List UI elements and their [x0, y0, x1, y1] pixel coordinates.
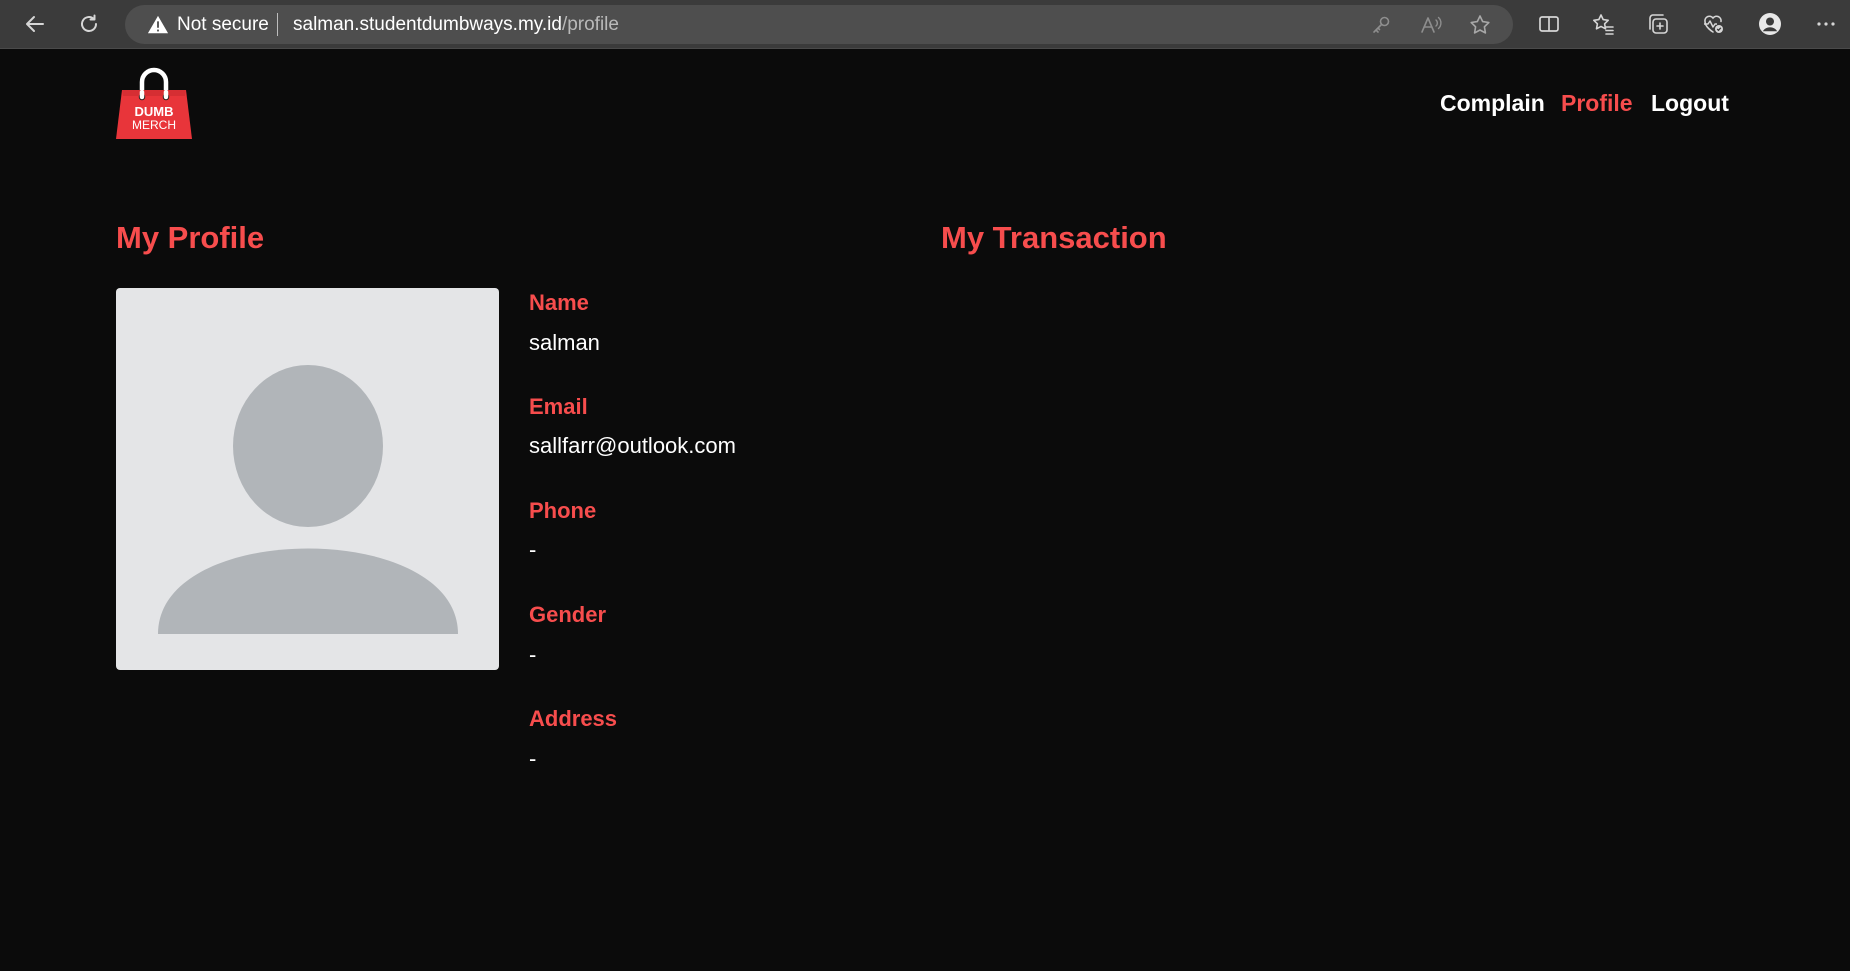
collections-button[interactable]	[1639, 6, 1677, 42]
refresh-icon	[81, 14, 97, 32]
more-icon	[1817, 22, 1835, 26]
url-text[interactable]: salman.studentdumbways.my.id/profile	[293, 14, 619, 36]
split-screen-button[interactable]	[1530, 6, 1568, 42]
profile-icon	[1759, 13, 1781, 35]
my-profile-title: My Profile	[116, 220, 265, 255]
nav-complain-link[interactable]: Complain	[1440, 88, 1545, 118]
back-button[interactable]	[16, 6, 54, 42]
address-label: Address	[529, 706, 618, 731]
email-label: Email	[529, 394, 588, 419]
warning-icon	[147, 15, 169, 34]
address-divider	[277, 13, 278, 36]
phone-value: -	[529, 537, 537, 562]
url-host: salman.studentdumbways.my.id	[293, 14, 562, 35]
back-icon	[26, 16, 44, 32]
more-button[interactable]	[1807, 6, 1845, 42]
name-label: Name	[529, 290, 589, 315]
address-value: -	[529, 746, 537, 771]
gender-value: -	[529, 642, 537, 667]
browser-essentials-icon	[1704, 15, 1723, 33]
nav-profile-link[interactable]: Profile	[1561, 88, 1633, 118]
logo-text-merch: MERCH	[132, 118, 176, 132]
favorite-star-icon[interactable]	[1468, 13, 1492, 37]
browser-essentials-button[interactable]	[1694, 6, 1732, 42]
favorites-button[interactable]	[1584, 6, 1622, 42]
refresh-button[interactable]	[70, 6, 108, 42]
logo-text-dumb: DUMB	[135, 104, 174, 119]
url-path: /profile	[561, 14, 619, 35]
profile-button[interactable]	[1751, 6, 1789, 42]
email-value: sallfarr@outlook.com	[529, 433, 736, 458]
phone-label: Phone	[529, 498, 597, 523]
nav-logout-link[interactable]: Logout	[1651, 88, 1729, 118]
read-aloud-icon[interactable]	[1419, 13, 1443, 37]
name-value: salman	[529, 330, 600, 355]
favorites-list-icon	[1593, 14, 1614, 35]
security-status[interactable]: Not secure	[177, 14, 269, 36]
split-screen-icon	[1539, 16, 1559, 32]
dumbmerch-logo[interactable]: DUMB MERCH	[116, 66, 192, 139]
my-transaction-title: My Transaction	[941, 220, 1167, 255]
gender-label: Gender	[529, 602, 607, 627]
address-bar[interactable]: Not secure salman.studentdumbways.my.id/…	[125, 5, 1513, 44]
transaction-list	[941, 288, 1741, 688]
key-icon[interactable]	[1369, 13, 1393, 37]
collections-icon	[1649, 14, 1668, 34]
avatar	[116, 288, 499, 670]
browser-toolbar: Not secure salman.studentdumbways.my.id/…	[0, 0, 1850, 49]
user-placeholder-icon	[158, 365, 458, 634]
